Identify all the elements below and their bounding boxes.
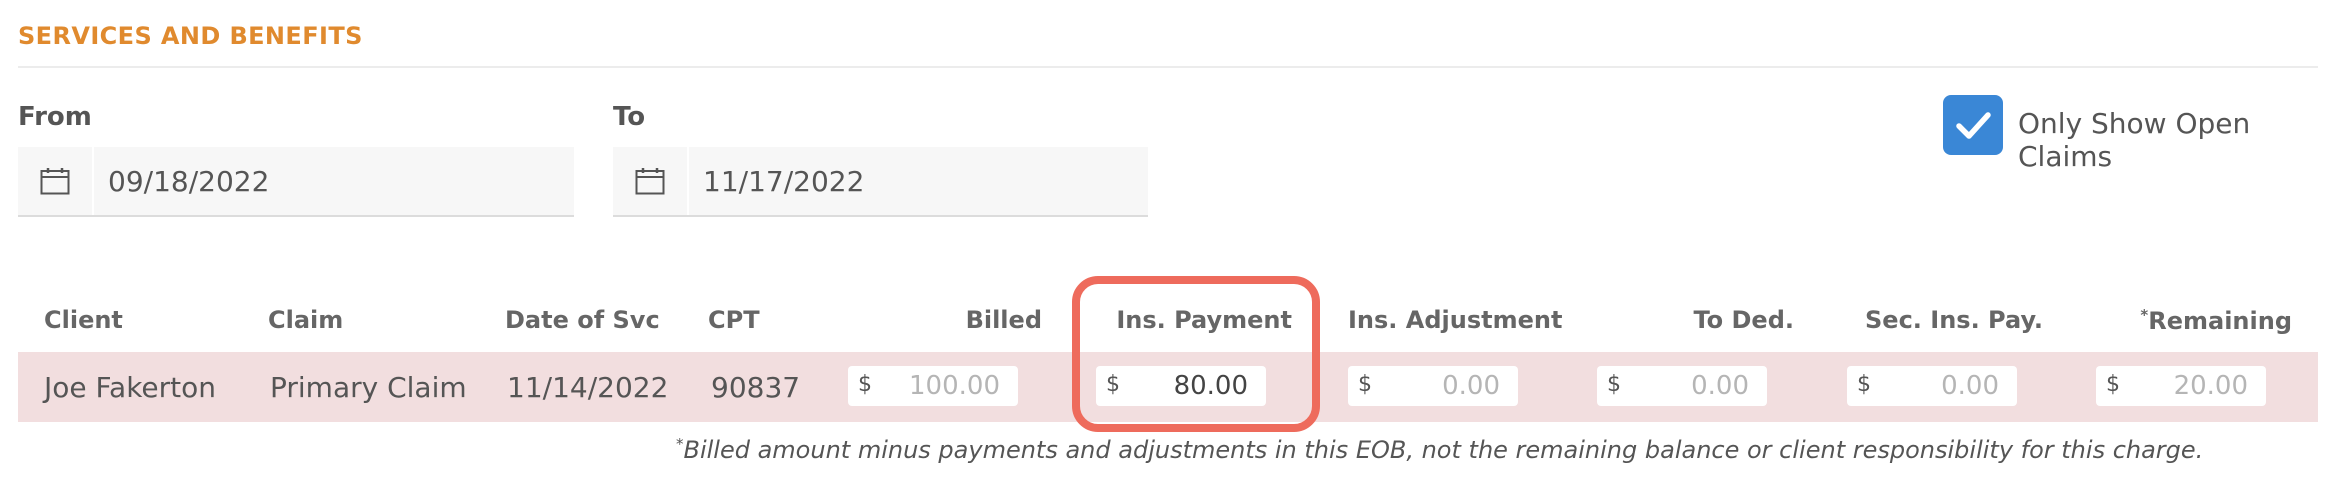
from-date-field[interactable]: 09/18/2022: [18, 147, 574, 217]
sec-ins-pay-input[interactable]: $ 0.00: [1847, 366, 2017, 406]
column-header-sec-ins-pay: Sec. Ins. Pay.: [1865, 306, 2043, 334]
currency-symbol: $: [1857, 372, 1871, 397]
only-open-claims-checkbox[interactable]: [1943, 95, 2003, 155]
field-separator: [92, 147, 94, 215]
column-header-billed: Billed: [965, 306, 1042, 334]
section-divider: [18, 66, 2318, 68]
row-date: 11/14/2022: [507, 371, 669, 404]
to-ded-value: 0.00: [1691, 371, 1749, 401]
remaining-input[interactable]: $ 20.00: [2096, 366, 2266, 406]
to-date-field[interactable]: 11/17/2022: [613, 147, 1148, 217]
currency-symbol: $: [858, 372, 872, 397]
column-header-client: Client: [44, 306, 123, 334]
column-header-remaining: *Remaining: [2092, 306, 2292, 335]
from-date-value: 09/18/2022: [108, 165, 270, 198]
column-header-claim: Claim: [268, 306, 344, 334]
column-header-date: Date of Svc: [505, 306, 660, 334]
footnote-mark: *: [676, 435, 684, 453]
currency-symbol: $: [2106, 372, 2120, 397]
column-header-to-ded: To Ded.: [1693, 306, 1794, 334]
billed-input[interactable]: $ 100.00: [848, 366, 1018, 406]
row-claim: Primary Claim: [270, 371, 467, 404]
to-date-value: 11/17/2022: [703, 165, 865, 198]
sec-ins-pay-value: 0.00: [1941, 371, 1999, 401]
currency-symbol: $: [1358, 372, 1372, 397]
from-label: From: [18, 102, 92, 132]
section-title: SERVICES AND BENEFITS: [18, 22, 363, 50]
footnote: *Billed amount minus payments and adjust…: [676, 435, 2203, 464]
column-header-cpt: CPT: [708, 306, 760, 334]
ins-adjustment-value: 0.00: [1442, 371, 1500, 401]
currency-symbol: $: [1607, 372, 1621, 397]
row-client: Joe Fakerton: [44, 371, 217, 404]
ins-adjustment-input[interactable]: $ 0.00: [1348, 366, 1518, 406]
footnote-text: Billed amount minus payments and adjustm…: [683, 436, 2204, 464]
ins-payment-highlight: [1072, 276, 1320, 432]
only-open-claims-label[interactable]: Only Show Open Claims: [2018, 107, 2336, 173]
checkmark-icon: [1956, 112, 1991, 139]
field-separator: [687, 147, 689, 215]
remaining-value: 20.00: [2173, 371, 2248, 401]
column-header-ins-adjustment: Ins. Adjustment: [1348, 306, 1563, 334]
calendar-icon: [635, 168, 665, 195]
calendar-icon: [40, 168, 70, 195]
to-ded-input[interactable]: $ 0.00: [1597, 366, 1767, 406]
to-label: To: [613, 102, 646, 132]
billed-value: 100.00: [909, 371, 1000, 401]
remaining-header-label: Remaining: [2148, 307, 2292, 335]
row-cpt: 90837: [711, 371, 801, 404]
